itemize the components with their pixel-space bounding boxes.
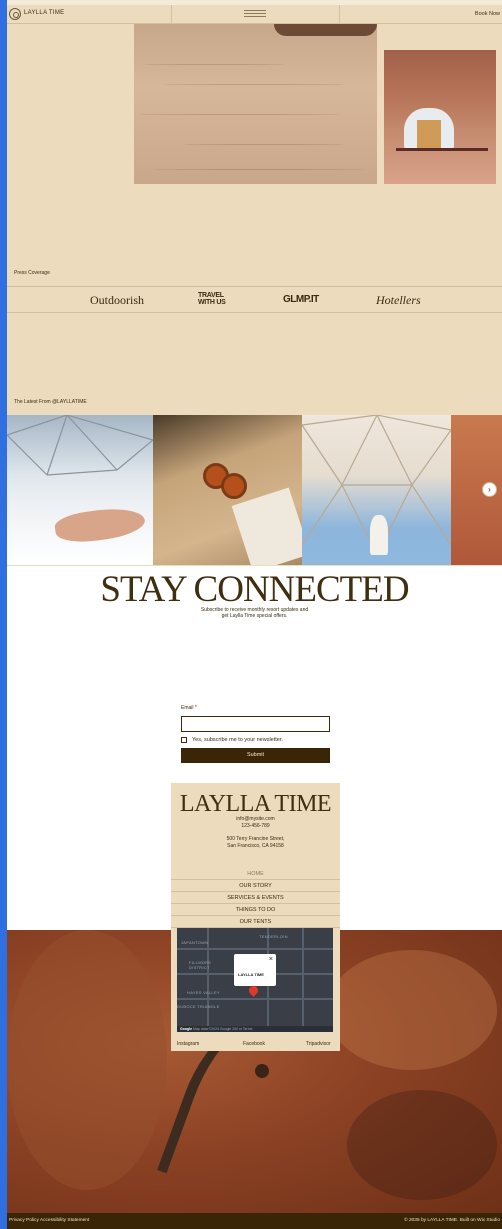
latest-instagram-label: The Latest From @LAYLLATIME: [14, 399, 87, 405]
browser-left-edge: [0, 0, 7, 1229]
press-logo-glmpit: GLMP.IT: [283, 294, 319, 305]
social-link-facebook[interactable]: Facebook: [243, 1041, 265, 1047]
map-area-label: JAPANTOWN: [181, 940, 209, 945]
instagram-post[interactable]: [302, 415, 451, 565]
press-coverage-label: Press Coverage: [14, 270, 50, 276]
carousel-next-arrow-icon[interactable]: ›: [482, 482, 497, 497]
footer-phone: 123-456-789: [241, 823, 270, 829]
legal-links[interactable]: Privacy Policy Accessibility Statement: [9, 1213, 89, 1229]
footer-email[interactable]: info@mysite.com: [171, 816, 340, 822]
footer-nav-things-to-do[interactable]: THINGS TO DO: [171, 904, 340, 916]
tent-deck: [396, 148, 488, 151]
close-icon[interactable]: ×: [269, 956, 273, 963]
map-pin-icon[interactable]: [247, 984, 260, 997]
newsletter-subtitle: get Laylla Time special offers.: [221, 613, 288, 619]
fig-fruit: [221, 473, 247, 499]
play-dot-icon[interactable]: [255, 1064, 269, 1078]
map-area-label: DUBOCE TRIANGLE: [177, 1004, 220, 1009]
footer-address: 500 Terry Francine Street,: [226, 836, 285, 842]
book-now-button[interactable]: Book Now: [475, 11, 500, 17]
footer-nav-services-events[interactable]: SERVICES & EVENTS: [171, 892, 340, 904]
footer-nav-home[interactable]: HOME: [171, 868, 340, 880]
tent-photo: [384, 50, 496, 184]
glamping-tent: [404, 108, 454, 150]
map-attribution: Google Map data ©2024 Google 200 m Terms: [177, 1026, 333, 1032]
location-map[interactable]: JAPANTOWN TENDERLOIN FILLMORE DISTRICT H…: [177, 928, 333, 1032]
footer-logo: LAYLLA TIME: [179, 791, 332, 817]
bottom-bar: Privacy Policy Accessibility Statement ©…: [7, 1213, 502, 1229]
map-area-label: HAYES VALLEY: [187, 990, 220, 995]
footer-card: LAYLLA TIME info@mysite.com 123-456-789 …: [171, 783, 340, 1051]
press-logo-travel-with-us: TRAVEL WITH US: [198, 292, 226, 306]
page: LAYLLA TIME Book Now Press Coverage Outd…: [7, 0, 502, 1229]
instagram-post[interactable]: [153, 415, 302, 565]
press-logos-band: Outdoorish TRAVEL WITH US GLMP.IT Hotell…: [7, 286, 502, 313]
social-link-tripadvisor[interactable]: Tripadvisor: [306, 1041, 331, 1047]
woman-figure: [370, 515, 388, 555]
map-area-label: TENDERLOIN: [259, 934, 288, 939]
submit-button[interactable]: Submit: [181, 748, 330, 763]
footer-nav-our-story[interactable]: OUR STORY: [171, 880, 340, 892]
site-header: LAYLLA TIME Book Now: [7, 5, 502, 24]
rock-shadow: [274, 24, 377, 36]
subscribe-checkbox[interactable]: [181, 737, 187, 743]
logo-icon[interactable]: [9, 8, 21, 20]
map-popup[interactable]: × LAYLLA TIME: [234, 954, 276, 986]
map-popup-title: LAYLLA TIME: [238, 972, 264, 977]
subscribe-checkbox-label[interactable]: Yes, subscribe me to your newsletter.: [192, 737, 283, 743]
book-pages: [231, 487, 302, 565]
header-divider: [339, 5, 340, 23]
social-link-instagram[interactable]: Instagram: [177, 1041, 199, 1047]
email-label: Email *: [181, 705, 197, 711]
desert-photo: [134, 24, 377, 184]
press-logo-outdoorish: Outdoorish: [90, 293, 144, 307]
footer-nav-our-tents[interactable]: OUR TENTS: [171, 916, 340, 928]
stay-connected-title: STAY CONNECTED: [100, 569, 409, 610]
dome-frame: [7, 415, 153, 476]
brand-name[interactable]: LAYLLA TIME: [24, 10, 64, 16]
email-input[interactable]: [181, 716, 330, 732]
map-area-label: FILLMORE DISTRICT: [189, 960, 212, 970]
header-divider: [171, 5, 172, 23]
instagram-post[interactable]: [7, 415, 153, 565]
copyright: © 2035 by LAYLLA TIME. Built on Wix Stud…: [404, 1218, 500, 1223]
press-logo-hotellers: Hotellers: [376, 293, 421, 307]
footer-address: San Francisco, CA 94158: [227, 843, 284, 849]
hamburger-menu-icon[interactable]: [244, 10, 266, 19]
